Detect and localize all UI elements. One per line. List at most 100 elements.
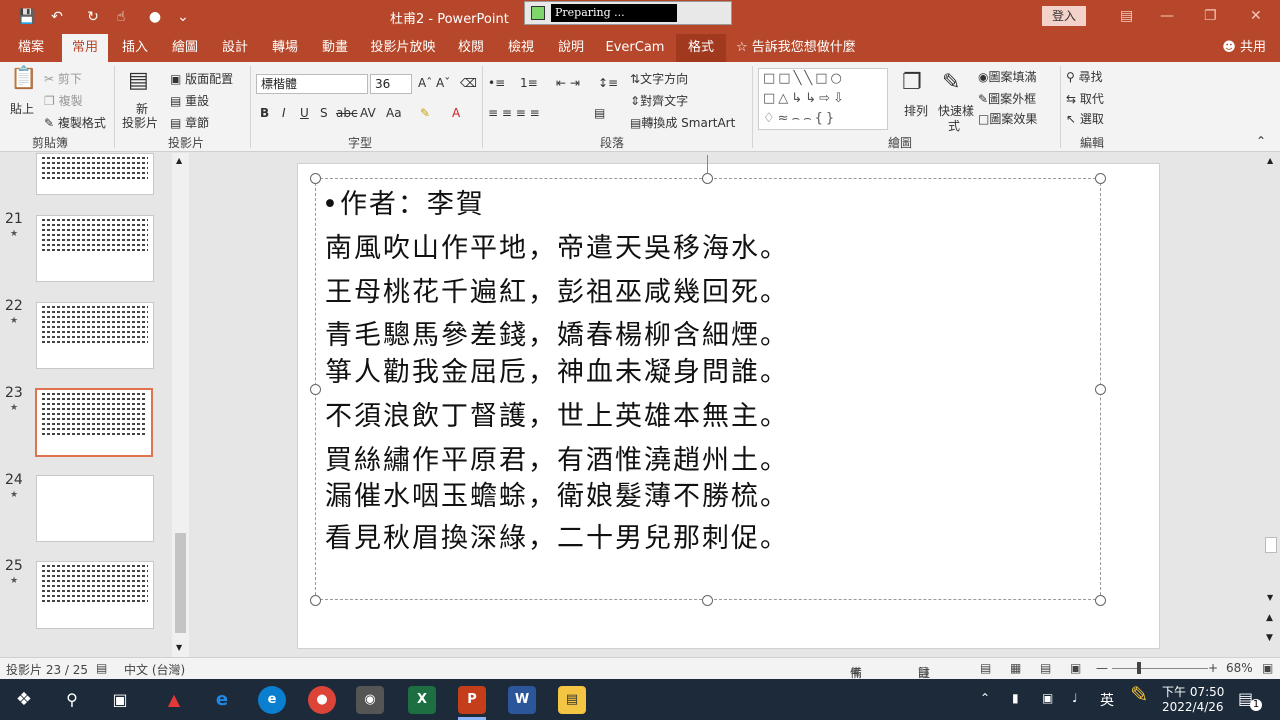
resize-handle-r[interactable] xyxy=(1095,384,1106,395)
bullets-icon[interactable]: •≡ xyxy=(488,76,505,90)
spellcheck-icon[interactable]: ▤ xyxy=(96,661,107,675)
camera-app-icon[interactable]: ◉ xyxy=(356,686,384,714)
line-spacing-icon[interactable]: ↕≡ xyxy=(598,76,618,90)
arrange-icon[interactable]: ❐ xyxy=(902,70,922,95)
slide-sorter-icon[interactable]: ▦ xyxy=(1010,661,1021,675)
bold-button[interactable]: B xyxy=(260,106,269,120)
volume-icon[interactable]: ♩ xyxy=(1072,691,1078,705)
slideshow-icon[interactable]: ▣ xyxy=(1070,661,1081,675)
tab-evercam[interactable]: EverCam xyxy=(600,34,670,62)
tab-file[interactable]: 檔案 xyxy=(6,34,56,62)
quick-styles-icon[interactable]: ✎ xyxy=(942,70,960,95)
shape-effects-button[interactable]: □圖案效果 xyxy=(978,110,1037,127)
microphone-icon[interactable]: ▮ xyxy=(1012,691,1019,705)
format-painter-button[interactable]: ✎ 複製格式 xyxy=(44,114,106,131)
zoom-level[interactable]: 68% xyxy=(1226,661,1253,675)
close-icon[interactable]: ✕ xyxy=(1250,8,1262,24)
font-size-box[interactable]: 36 xyxy=(370,74,412,94)
text-direction-button[interactable]: ⇅文字方向 xyxy=(630,70,688,87)
section-button[interactable]: ▤ 章節 xyxy=(170,114,209,131)
scroll-thumb[interactable] xyxy=(1265,537,1277,553)
reset-button[interactable]: ▤ 重設 xyxy=(170,92,209,109)
tab-design[interactable]: 設計 xyxy=(212,34,258,62)
indent-icons[interactable]: ⇤ ⇥ xyxy=(556,76,580,90)
thumbnail-slide-25[interactable] xyxy=(36,561,154,629)
tray-expand-icon[interactable]: ⌃ xyxy=(980,691,990,705)
smartart-button[interactable]: ▤轉換成 SmartArt xyxy=(630,114,735,131)
find-button[interactable]: ⚲ 尋找 xyxy=(1066,68,1103,85)
zoom-slider[interactable] xyxy=(1112,668,1208,669)
minimize-icon[interactable]: — xyxy=(1160,8,1174,24)
normal-view-icon[interactable]: ▤ xyxy=(980,661,991,675)
arrange-button[interactable]: 排列 xyxy=(904,102,928,119)
edge-icon[interactable]: e xyxy=(258,686,286,714)
redo-icon[interactable]: ↻ xyxy=(82,7,104,27)
paste-button[interactable]: 貼上 xyxy=(10,100,34,117)
select-button[interactable]: ↖ 選取 xyxy=(1066,110,1104,127)
char-spacing-button[interactable]: AV xyxy=(360,106,376,120)
columns-icon[interactable]: ▤ xyxy=(594,106,605,120)
shapes-gallery[interactable]: □□╲╲□○ □△↳↳⇨⇩ ♢≈⌢⌢{} xyxy=(758,68,888,130)
tab-home[interactable]: 常用 xyxy=(62,34,108,62)
resize-handle-l[interactable] xyxy=(310,384,321,395)
clear-format-icon[interactable]: ⌫ xyxy=(460,76,477,90)
numbering-icon[interactable]: 1≡ xyxy=(520,76,538,90)
tab-transitions[interactable]: 轉場 xyxy=(262,34,308,62)
internet-explorer-icon[interactable]: e xyxy=(208,686,236,714)
tell-me-box[interactable]: ☆ 告訴我您想做什麼 xyxy=(736,34,866,62)
prev-slide-icon[interactable]: ▲ xyxy=(1266,613,1273,623)
restore-icon[interactable]: ❐ xyxy=(1204,8,1217,24)
scroll-up-icon[interactable]: ▲ xyxy=(1267,156,1273,165)
file-explorer-icon[interactable]: ▤ xyxy=(558,686,586,714)
share-button[interactable]: ☻ 共用 xyxy=(1222,34,1266,62)
network-icon[interactable]: ▣ xyxy=(1042,691,1053,705)
replace-button[interactable]: ⇆ 取代 xyxy=(1066,90,1104,107)
paste-icon[interactable]: 📋 xyxy=(10,66,37,91)
undo-icon[interactable]: ↶ xyxy=(46,7,68,27)
grow-font-icon[interactable]: Aˆ Aˇ xyxy=(418,76,450,90)
task-view-icon[interactable]: ▣ xyxy=(106,686,134,714)
excel-icon[interactable]: X xyxy=(408,686,436,714)
tab-view[interactable]: 檢視 xyxy=(498,34,544,62)
language-label[interactable]: 中文 (台灣) xyxy=(124,661,185,678)
save-icon[interactable]: 💾 xyxy=(16,7,38,27)
quick-styles-button-2[interactable]: 式 xyxy=(948,117,960,134)
clock-date[interactable]: 2022/4/26 xyxy=(1162,700,1224,714)
tab-draw[interactable]: 繪圖 xyxy=(162,34,208,62)
zoom-out-icon[interactable]: — xyxy=(1096,661,1108,675)
slide-scrollbar[interactable]: ▲ ▼ ▲ ▼ xyxy=(1262,153,1280,657)
scroll-thumb[interactable] xyxy=(175,533,186,633)
tab-help[interactable]: 說明 xyxy=(548,34,594,62)
powerpoint-icon[interactable]: P xyxy=(458,686,486,714)
thumbnail-scrollbar[interactable]: ▲ ▼ xyxy=(172,153,189,657)
new-slide-button-2[interactable]: 投影片 xyxy=(122,114,158,131)
align-text-button[interactable]: ⇕對齊文字 xyxy=(630,92,688,109)
clock-time[interactable]: 下午 07:50 xyxy=(1162,683,1224,700)
reading-view-icon[interactable]: ▤ xyxy=(1040,661,1051,675)
collapse-ribbon-icon[interactable]: ⌃ xyxy=(1256,134,1266,148)
thumbnail-slide-22[interactable] xyxy=(36,302,154,369)
resize-handle-tr[interactable] xyxy=(1095,173,1106,184)
strikethrough-button[interactable]: abc xyxy=(336,106,358,120)
tab-slideshow[interactable]: 投影片放映 xyxy=(364,34,442,62)
shape-fill-button[interactable]: ◉圖案填滿 xyxy=(978,68,1037,85)
zoom-in-icon[interactable]: + xyxy=(1208,661,1218,675)
scroll-down-icon[interactable]: ▼ xyxy=(176,643,182,652)
tab-animations[interactable]: 動畫 xyxy=(312,34,358,62)
thumbnail-slide-21[interactable] xyxy=(36,215,154,282)
fit-slide-icon[interactable]: ▣ xyxy=(1262,661,1273,675)
resize-handle-tl[interactable] xyxy=(310,173,321,184)
thumbnail-slide-24[interactable] xyxy=(36,475,154,542)
tab-insert[interactable]: 插入 xyxy=(112,34,158,62)
resize-handle-br[interactable] xyxy=(1095,595,1106,606)
record-icon[interactable]: ● xyxy=(144,7,166,27)
scroll-down-icon[interactable]: ▼ xyxy=(1267,593,1273,602)
shape-outline-button[interactable]: ✎圖案外框 xyxy=(978,90,1036,107)
highlight-icon[interactable]: ✎ xyxy=(420,106,430,120)
zoom-slider-thumb[interactable] xyxy=(1137,662,1141,674)
tab-format[interactable]: 格式 xyxy=(676,34,726,62)
pdf-reader-icon[interactable]: ▲ xyxy=(160,686,188,714)
ime-indicator[interactable]: 英 xyxy=(1100,690,1114,710)
cut-button[interactable]: ✂ 剪下 xyxy=(44,70,82,87)
italic-button[interactable]: I xyxy=(282,106,286,120)
